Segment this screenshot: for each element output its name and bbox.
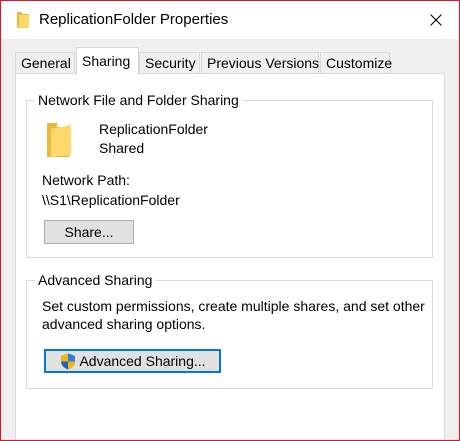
network-path-label: Network Path: [42, 172, 130, 188]
tab-security[interactable]: Security [139, 52, 200, 74]
folder-name: ReplicationFolder [99, 121, 208, 137]
sharing-tab-panel: Network File and Folder Sharing Replicat… [15, 73, 445, 440]
network-sharing-group: Network File and Folder Sharing Replicat… [26, 91, 433, 258]
close-button[interactable] [413, 1, 459, 39]
advanced-sharing-button[interactable]: Advanced Sharing... [44, 349, 221, 373]
folder-icon [47, 123, 71, 157]
share-button[interactable]: Share... [44, 220, 134, 244]
advanced-sharing-description-line1: Set custom permissions, create multiple … [42, 298, 425, 314]
uac-shield-icon [61, 353, 75, 370]
tab-sharing[interactable]: Sharing [76, 47, 139, 75]
title-bar: ReplicationFolder Properties [1, 1, 459, 39]
share-status: Shared [99, 140, 145, 156]
close-icon [430, 14, 442, 26]
network-path-value: \\S1\ReplicationFolder [42, 192, 180, 208]
properties-dialog: ReplicationFolder Properties General Sha… [0, 0, 460, 441]
window-title: ReplicationFolder Properties [39, 11, 229, 28]
folder-icon [17, 12, 29, 28]
advanced-sharing-group: Advanced Sharing Set custom permissions,… [26, 271, 433, 389]
tab-strip: General Sharing Security Previous Versio… [15, 47, 455, 75]
tab-general[interactable]: General [15, 52, 75, 74]
advanced-sharing-button-label: Advanced Sharing... [79, 353, 206, 369]
advanced-sharing-description-line2: advanced sharing options. [42, 316, 206, 332]
network-sharing-group-title: Network File and Folder Sharing [35, 91, 242, 109]
tab-previous-versions[interactable]: Previous Versions [201, 52, 319, 74]
advanced-sharing-group-title: Advanced Sharing [35, 271, 156, 289]
tab-customize[interactable]: Customize [320, 52, 392, 74]
